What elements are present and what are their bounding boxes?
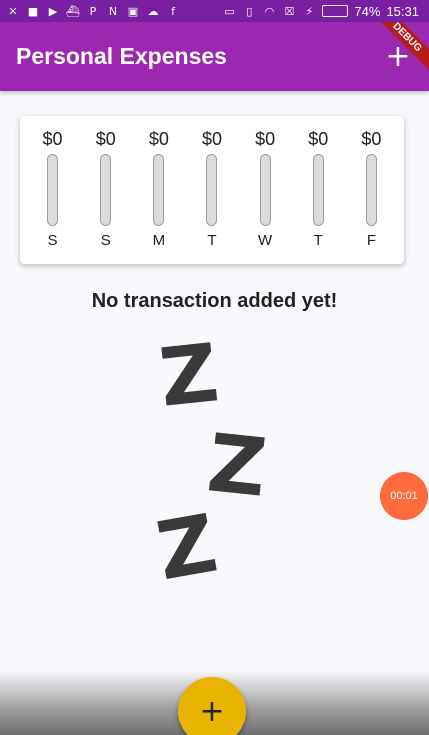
chart-bar-2: $0 M xyxy=(137,126,181,254)
p-app-icon: P xyxy=(89,4,97,18)
bar-track xyxy=(153,154,165,226)
bar-amount: $0 xyxy=(42,129,63,149)
app-bar: Personal Expenses + xyxy=(0,22,429,91)
system-icons: ▭ ▯ ◠ ☒ ⚡ 74% 15:31 xyxy=(222,4,419,19)
chart-bar-6: $0 F xyxy=(349,126,393,254)
bar-track xyxy=(312,154,324,226)
bar-day-label: F xyxy=(366,232,376,249)
chart-bar-5: $0 T xyxy=(296,126,340,254)
chart-bar-0: $0 S xyxy=(31,126,75,254)
bar-amount: $0 xyxy=(361,129,382,149)
vibrate-icon: ▯ xyxy=(246,4,253,18)
bar-amount: $0 xyxy=(148,129,169,149)
no-sim-icon: ☒ xyxy=(284,4,295,18)
status-bar: ✕ ■ ▶ ⛴ P N ▣ ☁ f ▭ ▯ ◠ ☒ ⚡ 74% 15:31 xyxy=(0,0,429,22)
ship-icon: ⛴ xyxy=(66,4,80,18)
bar-day-label: S xyxy=(47,232,58,249)
page-title: Personal Expenses xyxy=(16,43,227,69)
video-icon: ■ xyxy=(27,4,39,18)
bar-amount: $0 xyxy=(255,129,276,149)
cast-icon: ▭ xyxy=(224,4,235,18)
battery-percent: 74% xyxy=(354,3,381,19)
bar-track xyxy=(365,154,377,226)
bar-day-label: M xyxy=(152,232,166,249)
bar-track xyxy=(47,154,59,226)
clock: 15:31 xyxy=(386,3,419,19)
x-app-icon: ✕ xyxy=(8,4,18,18)
bar-track xyxy=(206,154,218,226)
bar-track xyxy=(100,154,112,226)
weekly-spending-chart: $0 S $0 S $0 M $0 T $0 W $0 T $0 F xyxy=(20,116,404,264)
chart-bar-1: $0 S xyxy=(84,126,128,254)
youtube-icon: ▶ xyxy=(48,4,58,18)
chart-bar-3: $0 T xyxy=(190,126,234,254)
add-transaction-button[interactable]: + xyxy=(383,41,413,72)
chart-bar-4: $0 W xyxy=(243,126,287,254)
z-letter-image: Z xyxy=(150,496,224,599)
bar-day-label: T xyxy=(207,232,217,249)
bar-amount: $0 xyxy=(308,129,329,149)
bar-day-label: W xyxy=(258,232,273,249)
z-letter-image: Z xyxy=(155,326,223,425)
bar-amount: $0 xyxy=(95,129,116,149)
timer-bubble[interactable]: 00:01 xyxy=(380,472,428,520)
z-letter-image: Z xyxy=(203,416,271,515)
empty-state-title: No transaction added yet! xyxy=(91,290,338,312)
shopping-icon: ▣ xyxy=(127,4,139,18)
notification-icons: ✕ ■ ▶ ⛴ P N ▣ ☁ f xyxy=(6,5,180,17)
battery-icon xyxy=(322,5,349,17)
flash-icon: ⚡ xyxy=(305,4,314,18)
bar-day-label: T xyxy=(313,232,323,249)
bar-track xyxy=(259,154,271,226)
facebook-icon: f xyxy=(171,4,175,18)
n-app-icon: N xyxy=(108,4,118,18)
bar-day-label: S xyxy=(100,232,111,249)
wifi-icon: ◠ xyxy=(264,4,275,18)
bar-amount: $0 xyxy=(201,129,222,149)
cloud-icon: ☁ xyxy=(147,4,159,18)
